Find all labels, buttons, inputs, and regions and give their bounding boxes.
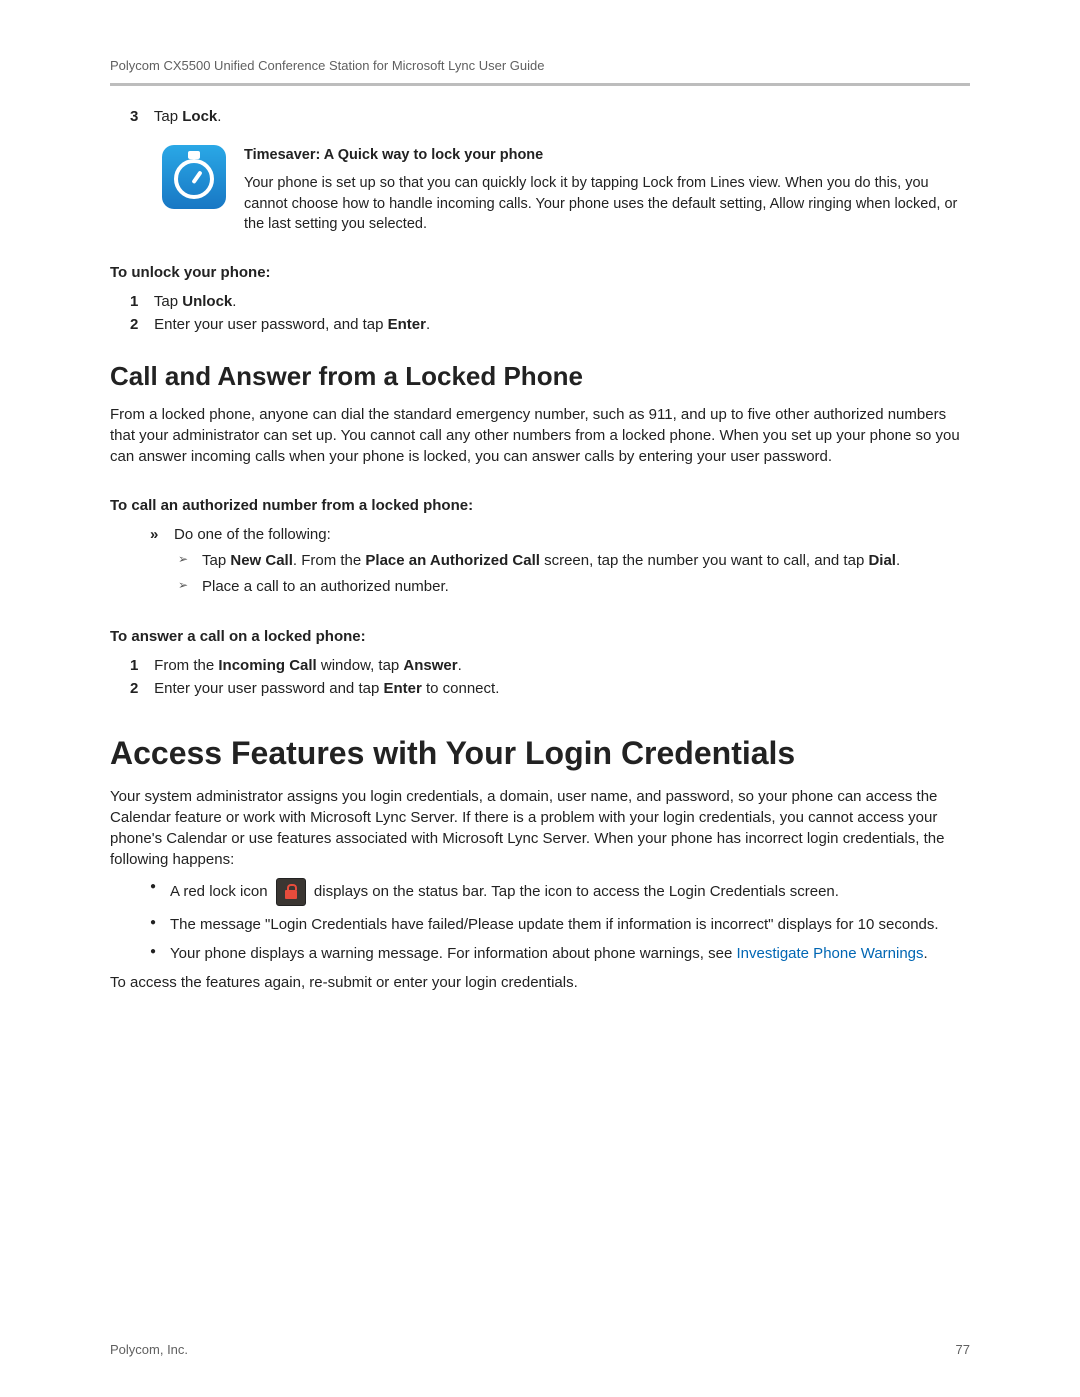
bullet-red-lock: A red lock icon displays on the status b… [150, 878, 970, 906]
timesaver-title: Timesaver: A Quick way to lock your phon… [244, 145, 970, 165]
timesaver-block: Timesaver: A Quick way to lock your phon… [162, 145, 970, 234]
text: . [924, 945, 928, 962]
answer-step-1: 1 From the Incoming Call window, tap Ans… [130, 657, 970, 674]
text: screen, tap the number you want to call,… [540, 552, 869, 569]
step-bold: Enter [388, 316, 426, 333]
timesaver-body: Your phone is set up so that you can qui… [244, 173, 970, 234]
closing-line: To access the features again, re-submit … [110, 972, 970, 993]
bold: Answer [403, 657, 457, 674]
bold: New Call [230, 552, 293, 569]
step-post: . [232, 293, 236, 310]
bullet-message: The message "Login Credentials have fail… [150, 914, 970, 935]
timesaver-text: Timesaver: A Quick way to lock your phon… [244, 145, 970, 234]
answer-call-heading: To answer a call on a locked phone: [110, 628, 970, 645]
footer-page-number: 77 [956, 1342, 970, 1357]
section-call-answer-heading: Call and Answer from a Locked Phone [110, 361, 970, 392]
investigate-warnings-link[interactable]: Investigate Phone Warnings [736, 945, 923, 962]
text: Tap [202, 552, 230, 569]
text: A red lock icon [170, 883, 272, 900]
text: displays on the status bar. Tap the icon… [314, 883, 839, 900]
step-number: 1 [130, 293, 150, 310]
header-rule [110, 83, 970, 86]
bullet-warning: Your phone displays a warning message. F… [150, 943, 970, 964]
running-header: Polycom CX5500 Unified Conference Statio… [110, 58, 970, 73]
text: . [458, 657, 462, 674]
unlock-heading: To unlock your phone: [110, 264, 970, 281]
step-text-pre: Tap [154, 108, 182, 125]
text: From the [154, 657, 218, 674]
section-call-answer-para: From a locked phone, anyone can dial the… [110, 404, 970, 467]
tri-item-1: Tap New Call. From the Place an Authoriz… [178, 551, 970, 571]
step-number: 2 [130, 316, 150, 333]
unlock-step-1: 1 Tap Unlock. [130, 293, 970, 310]
step-pre: Tap [154, 293, 182, 310]
stopwatch-icon [162, 145, 226, 209]
do-one-item: Do one of the following: [150, 526, 970, 543]
tri-item-2: Place a call to an authorized number. [178, 577, 970, 597]
call-authorized-heading: To call an authorized number from a lock… [110, 497, 970, 514]
step-text-post: . [217, 108, 221, 125]
step-bold: Unlock [182, 293, 232, 310]
bold: Place an Authorized Call [365, 552, 540, 569]
text: . [896, 552, 900, 569]
step-3-line: 3 Tap Lock. [130, 108, 970, 125]
section-access-features-para: Your system administrator assigns you lo… [110, 786, 970, 870]
footer-company: Polycom, Inc. [110, 1342, 188, 1357]
bold: Incoming Call [218, 657, 316, 674]
step-post: . [426, 316, 430, 333]
text: to connect. [422, 680, 500, 697]
bold: Enter [383, 680, 421, 697]
step-number: 2 [130, 680, 150, 697]
step-number: 1 [130, 657, 150, 674]
step-number: 3 [130, 108, 150, 125]
red-lock-icon [276, 878, 306, 906]
unlock-step-2: 2 Enter your user password, and tap Ente… [130, 316, 970, 333]
text: Enter your user password and tap [154, 680, 383, 697]
page-footer: Polycom, Inc. 77 [110, 1342, 970, 1357]
text: . From the [293, 552, 366, 569]
section-access-features-heading: Access Features with Your Login Credenti… [110, 735, 970, 772]
answer-step-2: 2 Enter your user password and tap Enter… [130, 680, 970, 697]
step-pre: Enter your user password, and tap [154, 316, 387, 333]
step-text-bold: Lock [182, 108, 217, 125]
text: window, tap [317, 657, 404, 674]
bold: Dial [868, 552, 896, 569]
text: Your phone displays a warning message. F… [170, 945, 736, 962]
